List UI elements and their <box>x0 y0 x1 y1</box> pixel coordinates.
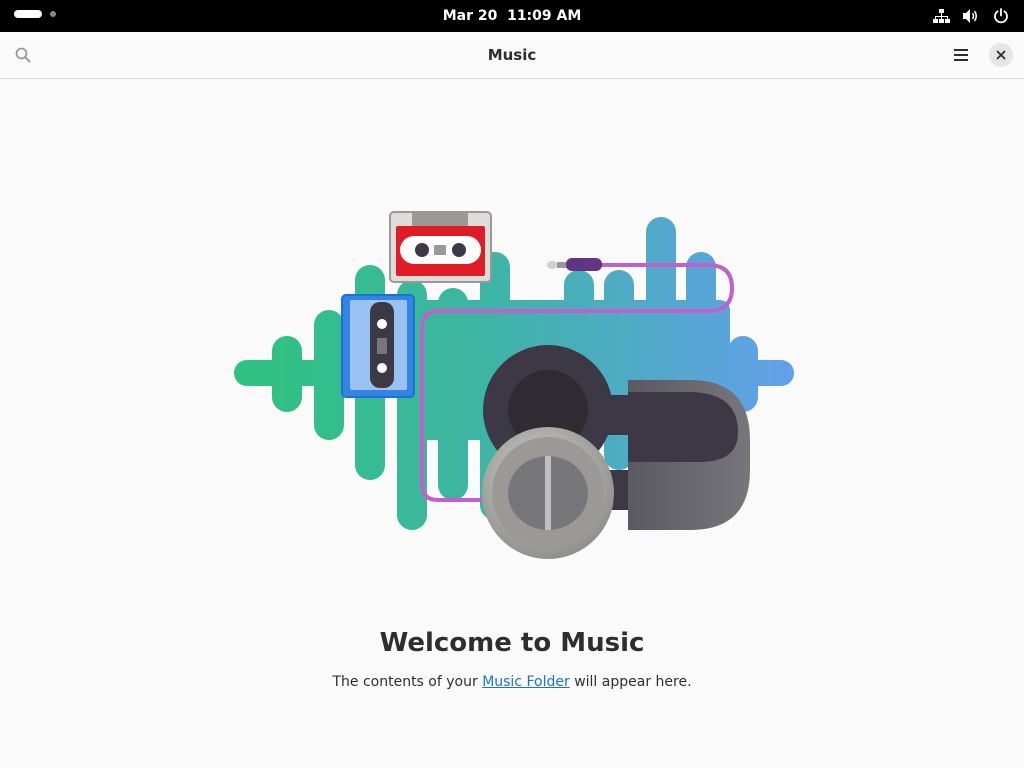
activities-button[interactable] <box>14 10 56 18</box>
search-button[interactable] <box>8 40 38 70</box>
clock-date: Mar 20 <box>442 8 498 24</box>
blue-cassette <box>341 294 415 398</box>
music-empty-illustration <box>234 211 794 559</box>
audio-jack <box>547 258 602 271</box>
header-bar: Music <box>0 32 1024 79</box>
main-menu-button[interactable] <box>946 40 976 70</box>
workspace-indicator <box>50 11 56 17</box>
clock: Mar 20 11:09 AM <box>0 0 1024 32</box>
close-button[interactable] <box>989 43 1013 67</box>
clock-button[interactable]: Mar 20 11:09 AM <box>443 8 582 24</box>
empty-state-text-before: The contents of your <box>332 674 483 690</box>
close-icon <box>996 50 1006 60</box>
power-icon[interactable] <box>992 7 1010 25</box>
empty-state-text: The contents of your Music Folder will a… <box>0 674 1024 690</box>
window-title: Music <box>487 46 537 64</box>
system-tray[interactable] <box>932 7 1010 25</box>
red-cassette <box>389 211 492 283</box>
workspace-indicator-active <box>14 10 42 18</box>
music-folder-link[interactable]: Music Folder <box>482 674 570 690</box>
search-icon <box>15 47 31 63</box>
empty-state-heading: Welcome to Music <box>379 628 645 658</box>
hamburger-menu-icon <box>954 49 968 61</box>
volume-icon[interactable] <box>962 7 980 25</box>
top-bar: Mar 20 11:09 AM <box>0 0 1024 32</box>
clock-time: 11:09 AM <box>507 8 582 24</box>
network-icon[interactable] <box>932 7 950 25</box>
empty-state-text-after: will appear here. <box>569 674 692 690</box>
